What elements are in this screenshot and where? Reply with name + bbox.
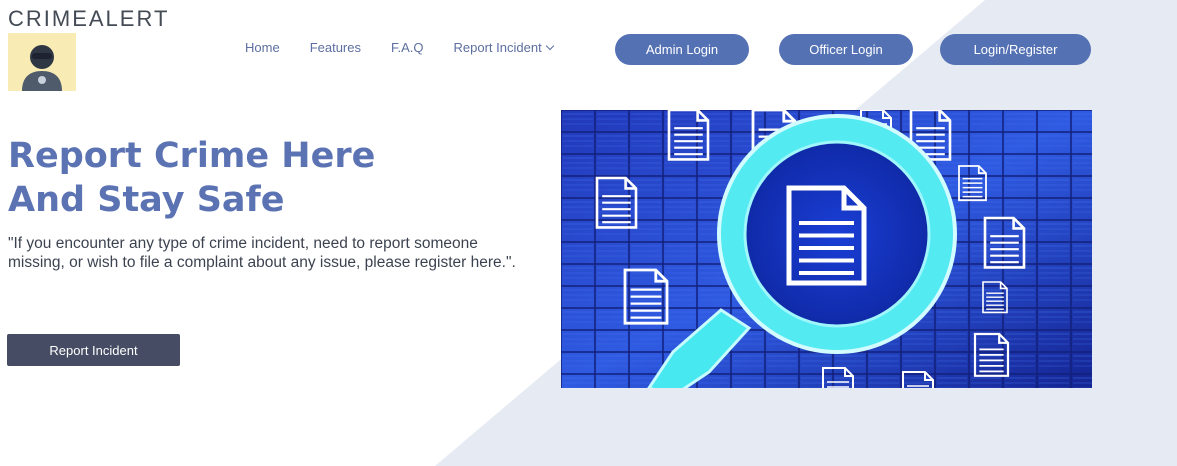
chevron-down-icon: [545, 41, 554, 50]
nav-report-incident-dropdown[interactable]: Report Incident: [453, 40, 554, 55]
hacker-avatar-icon: [8, 33, 76, 91]
nav-faq[interactable]: F.A.Q: [391, 40, 424, 55]
admin-login-button[interactable]: Admin Login: [615, 34, 749, 65]
hero-title-line-2: And Stay Safe: [8, 180, 285, 220]
login-register-button[interactable]: Login/Register: [940, 34, 1091, 65]
nav-features[interactable]: Features: [310, 40, 361, 55]
officer-login-button[interactable]: Officer Login: [779, 34, 913, 65]
magnifier-documents-image: [561, 110, 1092, 388]
hero-title-line-1: Report Crime Here: [8, 136, 376, 176]
main-nav: Home Features F.A.Q Report Incident: [245, 40, 554, 55]
brand-name[interactable]: CRIMEALERT: [8, 8, 169, 30]
nav-home[interactable]: Home: [245, 40, 280, 55]
nav-report-incident-label: Report Incident: [453, 40, 542, 55]
hero-title: Report Crime Here And Stay Safe: [8, 134, 375, 222]
hero-quote: "If you encounter any type of crime inci…: [8, 235, 516, 271]
brand[interactable]: CRIMEALERT: [8, 8, 169, 91]
report-incident-button[interactable]: Report Incident: [7, 334, 180, 366]
